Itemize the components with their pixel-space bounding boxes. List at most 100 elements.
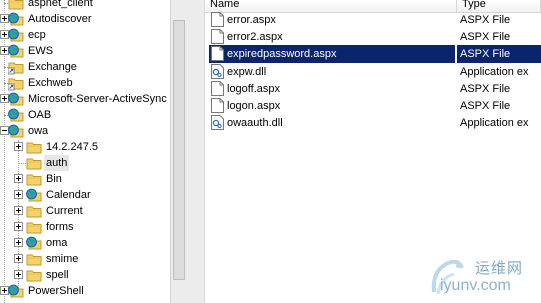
file-name: expw.dll xyxy=(227,66,267,78)
watermark-title: 运维网 xyxy=(475,260,524,277)
tree-item-label: Microsoft-Server-ActiveSync xyxy=(28,93,167,105)
web-app-icon xyxy=(8,123,24,139)
expand-icon[interactable] xyxy=(14,270,23,279)
tree-item-bin[interactable]: Bin xyxy=(0,171,170,187)
tree-item-microsoft-server-activesync[interactable]: Microsoft-Server-ActiveSync xyxy=(0,91,170,107)
tree-item-label: Calendar xyxy=(46,189,91,201)
document-icon xyxy=(211,29,224,44)
tree-item-label: Exchweb xyxy=(28,77,73,89)
tree-item-label: 14.2.247.5 xyxy=(46,141,98,153)
scrollbar-thumb[interactable] xyxy=(173,20,185,280)
tree-item-label: Bin xyxy=(46,173,62,185)
watermark-url: iyunv.com xyxy=(440,277,511,294)
tree-item-ecp[interactable]: ecp xyxy=(0,27,170,43)
folder-icon xyxy=(8,0,24,11)
web-app-icon xyxy=(26,187,42,203)
document-icon xyxy=(211,12,224,27)
file-type: Application ex xyxy=(460,66,529,78)
tree-item-owa[interactable]: owa xyxy=(0,123,170,139)
folder-icon xyxy=(26,251,42,267)
web-app-icon xyxy=(8,107,24,123)
folder-tree-pane[interactable]: aspnet_client Autodiscover ecp EWS Excha… xyxy=(0,0,170,303)
web-app-icon xyxy=(8,43,24,59)
tree-item-powershell[interactable]: PowerShell xyxy=(0,283,170,299)
file-name: owaauth.dll xyxy=(227,117,283,129)
tree-item-label: EWS xyxy=(28,45,54,57)
tree-item-label: oma xyxy=(46,237,68,249)
tree-item-oab[interactable]: OAB xyxy=(0,107,170,123)
tree-item-oma[interactable]: oma xyxy=(0,235,170,251)
tree-item-label: forms xyxy=(46,221,74,233)
file-name: logon.aspx xyxy=(227,100,281,112)
web-app-icon xyxy=(8,91,24,107)
file-type: ASPX File xyxy=(457,45,541,63)
folder-shortcut-icon xyxy=(8,59,24,75)
file-name: expiredpassword.aspx xyxy=(227,48,337,60)
dll-icon xyxy=(211,64,224,79)
expand-icon[interactable] xyxy=(14,190,23,199)
tree-item-ews[interactable]: EWS xyxy=(0,43,170,59)
expand-icon[interactable] xyxy=(14,206,23,215)
expand-icon[interactable] xyxy=(14,174,23,183)
tree-item-calendar[interactable]: Calendar xyxy=(0,187,170,203)
file-type: Application ex xyxy=(460,117,529,129)
document-icon xyxy=(211,98,224,113)
tree-item-label: owa xyxy=(28,125,49,137)
file-row[interactable]: error.aspx ASPX File xyxy=(205,11,541,29)
tree-item-label: smime xyxy=(46,253,79,265)
tree-item-14-2-247-5[interactable]: 14.2.247.5 xyxy=(0,139,170,155)
folder-icon xyxy=(26,203,42,219)
file-row[interactable]: logoff.aspx ASPX File xyxy=(205,80,541,98)
folder-icon xyxy=(26,267,42,283)
folder-icon xyxy=(26,171,42,187)
dll-icon xyxy=(211,115,224,130)
tree-item-label: PowerShell xyxy=(28,285,84,297)
document-icon xyxy=(211,46,224,61)
tree-item-auth[interactable]: auth xyxy=(0,155,170,171)
folder-shortcut-icon xyxy=(8,75,24,91)
watermark-logo: 运维网 iyunv.com xyxy=(428,252,538,300)
tree-item-autodiscover[interactable]: Autodiscover xyxy=(0,11,170,27)
pane-splitter[interactable] xyxy=(187,0,205,303)
expand-icon[interactable] xyxy=(14,222,23,231)
tree-item-spell[interactable]: spell xyxy=(0,267,170,283)
document-icon xyxy=(211,81,224,96)
expand-icon[interactable] xyxy=(14,238,23,247)
file-name: error2.aspx xyxy=(227,31,283,43)
tree-item-label: auth xyxy=(44,155,70,171)
file-row[interactable]: error2.aspx ASPX File xyxy=(205,28,541,46)
file-row[interactable]: owaauth.dll Application ex xyxy=(205,114,541,132)
web-app-icon xyxy=(26,235,42,251)
folder-icon xyxy=(26,155,42,171)
tree-item-forms[interactable]: forms xyxy=(0,219,170,235)
tree-item-label: Exchange xyxy=(28,61,77,73)
file-type: ASPX File xyxy=(460,14,511,26)
tree-item-exchweb[interactable]: Exchweb xyxy=(0,75,170,91)
file-name: logoff.aspx xyxy=(227,83,281,95)
file-type: ASPX File xyxy=(460,31,511,43)
file-type: ASPX File xyxy=(460,100,511,112)
web-app-icon xyxy=(8,27,24,43)
tree-vertical-scrollbar[interactable] xyxy=(170,0,187,303)
web-app-icon xyxy=(8,283,24,299)
tree-item-label: aspnet_client xyxy=(28,0,93,9)
tree-item-label: Autodiscover xyxy=(28,13,92,25)
expand-icon[interactable] xyxy=(14,142,23,151)
file-row[interactable]: expw.dll Application ex xyxy=(205,63,541,81)
web-app-icon xyxy=(8,11,24,27)
folder-icon xyxy=(26,139,42,155)
tree-item-label: Current xyxy=(46,205,83,217)
expand-icon[interactable] xyxy=(14,254,23,263)
tree-item-aspnet-client[interactable]: aspnet_client xyxy=(0,0,170,11)
folder-icon xyxy=(26,219,42,235)
file-name: error.aspx xyxy=(227,14,276,26)
tree-item-label: ecp xyxy=(28,29,46,41)
tree-item-label: spell xyxy=(46,269,69,281)
file-row-selected[interactable]: expiredpassword.aspx ASPX File xyxy=(205,45,541,63)
file-row[interactable]: logon.aspx ASPX File xyxy=(205,97,541,115)
tree-item-exchange[interactable]: Exchange xyxy=(0,59,170,75)
tree-item-label: OAB xyxy=(28,109,52,121)
file-type: ASPX File xyxy=(460,83,511,95)
tree-item-smime[interactable]: smime xyxy=(0,251,170,267)
tree-item-current[interactable]: Current xyxy=(0,203,170,219)
